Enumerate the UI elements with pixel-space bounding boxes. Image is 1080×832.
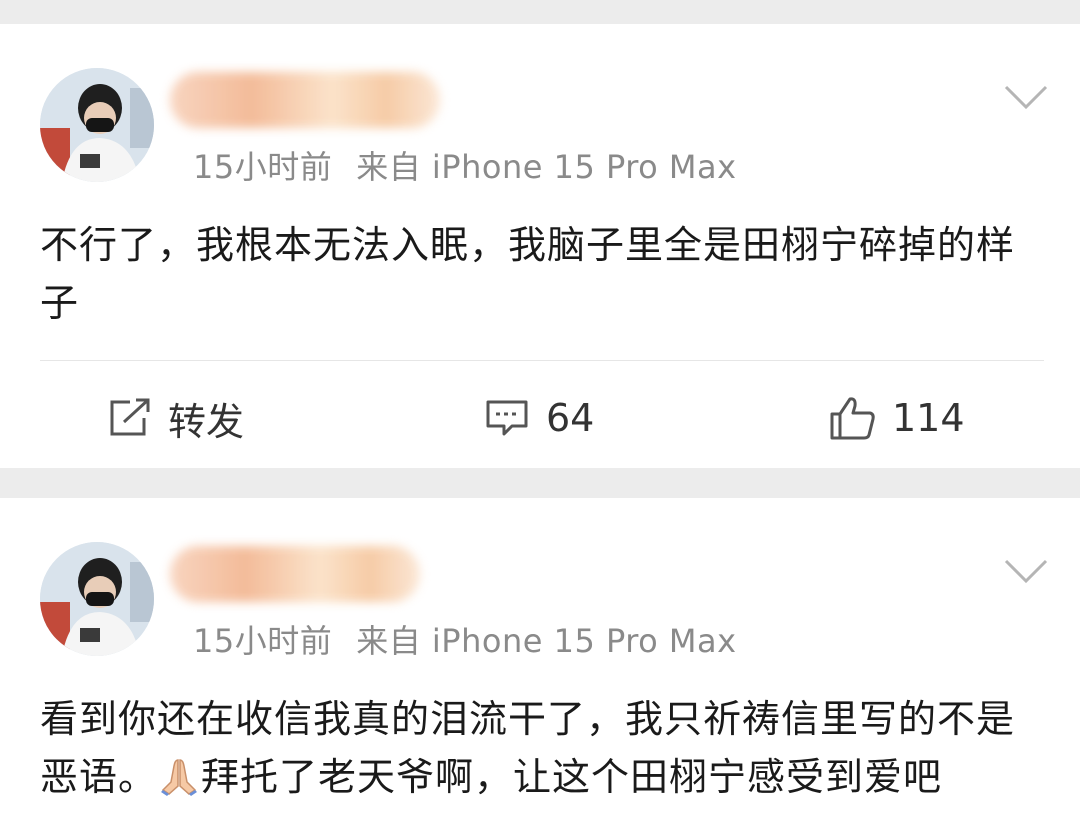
post-text: 不行了，我根本无法入眠，我脑子里全是田栩宁碎掉的样子 [40,223,1016,325]
chevron-down-icon[interactable] [1004,558,1048,584]
username-blurred[interactable] [170,72,440,128]
post-source: 来自 iPhone 15 Pro Max [356,622,737,660]
repost-label: 转发 [168,399,245,444]
repost-icon [110,398,150,436]
post-card[interactable]: 15小时前 来自 iPhone 15 Pro Max 看到你还在收信我真的泪流干了… [0,498,1080,832]
post-text-part: 拜托了老天爷啊，让这个田栩宁感受到爱吧 [201,755,943,799]
username-blurred[interactable] [170,546,420,602]
like-count: 114 [892,396,965,440]
chevron-down-icon[interactable] [1004,84,1048,110]
post-meta: 15小时前 来自 iPhone 15 Pro Max [193,616,737,662]
post-text: 看到你还在收信我真的泪流干了，我只祈祷信里写的不是恶语。 拜托了老天爷啊，让这个… [40,690,1040,806]
divider [40,360,1044,361]
thumbs-up-icon [830,397,875,440]
avatar[interactable] [40,542,154,656]
praying-hands-icon [161,759,198,796]
like-button[interactable]: 114 [828,390,965,446]
comment-count: 64 [546,396,595,440]
comment-icon [486,400,528,436]
post-source: 来自 iPhone 15 Pro Max [356,148,737,186]
repost-button[interactable]: 转发 [106,390,244,446]
post-time: 15小时前 [193,622,333,660]
post-meta: 15小时前 来自 iPhone 15 Pro Max [193,142,737,188]
post-card[interactable]: 15小时前 来自 iPhone 15 Pro Max 不行了，我根本无法入眠，我脑… [0,24,1080,468]
comment-button[interactable]: 64 [484,390,594,446]
avatar[interactable] [40,68,154,182]
post-time: 15小时前 [193,148,333,186]
